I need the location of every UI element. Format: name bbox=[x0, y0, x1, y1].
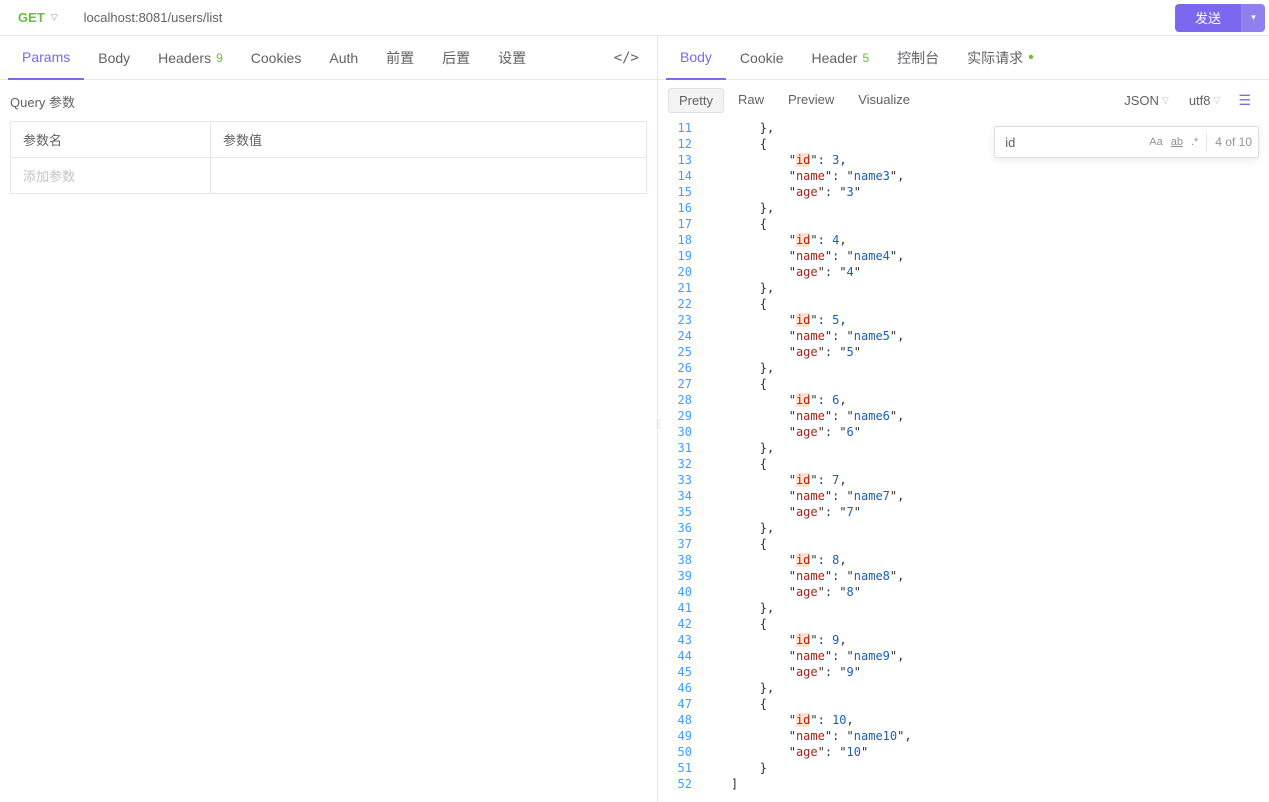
chevron-down-icon: ▽ bbox=[51, 12, 58, 23]
code-line: 52 ] bbox=[658, 776, 1269, 792]
code-line: 17 { bbox=[658, 216, 1269, 232]
code-line: 50 "age": "10" bbox=[658, 744, 1269, 760]
code-line: 45 "age": "9" bbox=[658, 664, 1269, 680]
request-panel: ParamsBodyHeaders9CookiesAuth前置后置设置 </> Q… bbox=[0, 36, 658, 802]
code-icon[interactable]: </> bbox=[604, 50, 649, 66]
search-count: 4 of 10 bbox=[1215, 135, 1252, 149]
response-body[interactable]: 11 },12 {13 "id": 3,14 "name": "name3",1… bbox=[658, 120, 1269, 802]
subtab-raw[interactable]: Raw bbox=[728, 88, 774, 113]
send-button[interactable]: 发送 bbox=[1175, 4, 1241, 32]
code-line: 26 }, bbox=[658, 360, 1269, 376]
code-line: 15 "age": "3" bbox=[658, 184, 1269, 200]
tab-body[interactable]: Body bbox=[666, 36, 726, 80]
code-line: 30 "age": "6" bbox=[658, 424, 1269, 440]
code-line: 39 "name": "name8", bbox=[658, 568, 1269, 584]
param-name-header: 参数名 bbox=[11, 122, 211, 157]
code-line: 25 "age": "5" bbox=[658, 344, 1269, 360]
code-line: 20 "age": "4" bbox=[658, 264, 1269, 280]
code-line: 34 "name": "name7", bbox=[658, 488, 1269, 504]
code-line: 42 { bbox=[658, 616, 1269, 632]
subtab-visualize[interactable]: Visualize bbox=[848, 88, 920, 113]
code-line: 40 "age": "8" bbox=[658, 584, 1269, 600]
code-line: 16 }, bbox=[658, 200, 1269, 216]
params-header-row: 参数名 参数值 bbox=[10, 121, 647, 157]
send-dropdown[interactable]: ▾ bbox=[1241, 4, 1265, 32]
code-line: 49 "name": "name10", bbox=[658, 728, 1269, 744]
code-line: 24 "name": "name5", bbox=[658, 328, 1269, 344]
wrap-lines-icon[interactable]: ☰ bbox=[1230, 92, 1259, 109]
code-line: 28 "id": 6, bbox=[658, 392, 1269, 408]
code-line: 48 "id": 10, bbox=[658, 712, 1269, 728]
code-line: 38 "id": 8, bbox=[658, 552, 1269, 568]
chevron-down-icon: ▽ bbox=[1162, 95, 1169, 106]
chevron-down-icon: ▽ bbox=[1214, 95, 1221, 106]
code-line: 23 "id": 5, bbox=[658, 312, 1269, 328]
search-panel: Aa ab .* 4 of 10 bbox=[994, 126, 1259, 158]
tab-headers[interactable]: Headers9 bbox=[144, 36, 237, 80]
code-line: 36 }, bbox=[658, 520, 1269, 536]
tab-header[interactable]: Header5 bbox=[798, 36, 884, 80]
tab-cookie[interactable]: Cookie bbox=[726, 36, 798, 80]
match-case-icon[interactable]: Aa bbox=[1149, 136, 1162, 148]
code-line: 31 }, bbox=[658, 440, 1269, 456]
code-line: 41 }, bbox=[658, 600, 1269, 616]
code-line: 22 { bbox=[658, 296, 1269, 312]
code-line: 19 "name": "name4", bbox=[658, 248, 1269, 264]
subtab-preview[interactable]: Preview bbox=[778, 88, 844, 113]
code-line: 14 "name": "name3", bbox=[658, 168, 1269, 184]
code-line: 21 }, bbox=[658, 280, 1269, 296]
tab-console[interactable]: 控制台 bbox=[883, 36, 953, 80]
tab-body[interactable]: Body bbox=[84, 36, 144, 80]
code-line: 32 { bbox=[658, 456, 1269, 472]
tab-cookies[interactable]: Cookies bbox=[237, 36, 316, 80]
code-line: 33 "id": 7, bbox=[658, 472, 1269, 488]
add-param-row[interactable]: 添加参数 bbox=[10, 157, 647, 194]
encoding-select[interactable]: utf8▽ bbox=[1179, 93, 1231, 108]
method-select[interactable]: GET▽ bbox=[4, 10, 72, 25]
add-param-placeholder: 添加参数 bbox=[11, 158, 211, 193]
request-bar: GET▽ 发送 ▾ bbox=[0, 0, 1269, 36]
query-params-title: Query 参数 bbox=[0, 80, 657, 117]
tab-pre[interactable]: 前置 bbox=[372, 36, 428, 80]
tab-auth[interactable]: Auth bbox=[315, 36, 372, 80]
code-line: 43 "id": 9, bbox=[658, 632, 1269, 648]
code-line: 37 { bbox=[658, 536, 1269, 552]
response-panel: ⋮ BodyCookieHeader5控制台实际请求• PrettyRawPre… bbox=[658, 36, 1269, 802]
tab-actual[interactable]: 实际请求• bbox=[953, 36, 1048, 80]
code-line: 29 "name": "name6", bbox=[658, 408, 1269, 424]
format-select[interactable]: JSON▽ bbox=[1114, 93, 1179, 108]
response-view-tabs: PrettyRawPreviewVisualize JSON▽ utf8▽ ☰ bbox=[658, 80, 1269, 120]
search-input[interactable] bbox=[1001, 135, 1141, 150]
drag-handle-icon[interactable]: ⋮ bbox=[654, 419, 664, 430]
tab-params[interactable]: Params bbox=[8, 36, 84, 80]
code-line: 46 }, bbox=[658, 680, 1269, 696]
regex-icon[interactable]: .* bbox=[1191, 136, 1198, 148]
code-line: 27 { bbox=[658, 376, 1269, 392]
params-table: 参数名 参数值 添加参数 bbox=[10, 121, 647, 194]
code-line: 51 } bbox=[658, 760, 1269, 776]
code-line: 35 "age": "7" bbox=[658, 504, 1269, 520]
whole-word-icon[interactable]: ab bbox=[1171, 136, 1183, 148]
tab-settings[interactable]: 设置 bbox=[484, 36, 540, 80]
subtab-pretty[interactable]: Pretty bbox=[668, 88, 724, 113]
code-line: 18 "id": 4, bbox=[658, 232, 1269, 248]
response-tabs: BodyCookieHeader5控制台实际请求• bbox=[658, 36, 1269, 80]
code-line: 44 "name": "name9", bbox=[658, 648, 1269, 664]
request-tabs: ParamsBodyHeaders9CookiesAuth前置后置设置 </> bbox=[0, 36, 657, 80]
url-input[interactable] bbox=[72, 0, 1169, 35]
tab-post[interactable]: 后置 bbox=[428, 36, 484, 80]
code-line: 47 { bbox=[658, 696, 1269, 712]
param-value-header: 参数值 bbox=[211, 122, 646, 157]
